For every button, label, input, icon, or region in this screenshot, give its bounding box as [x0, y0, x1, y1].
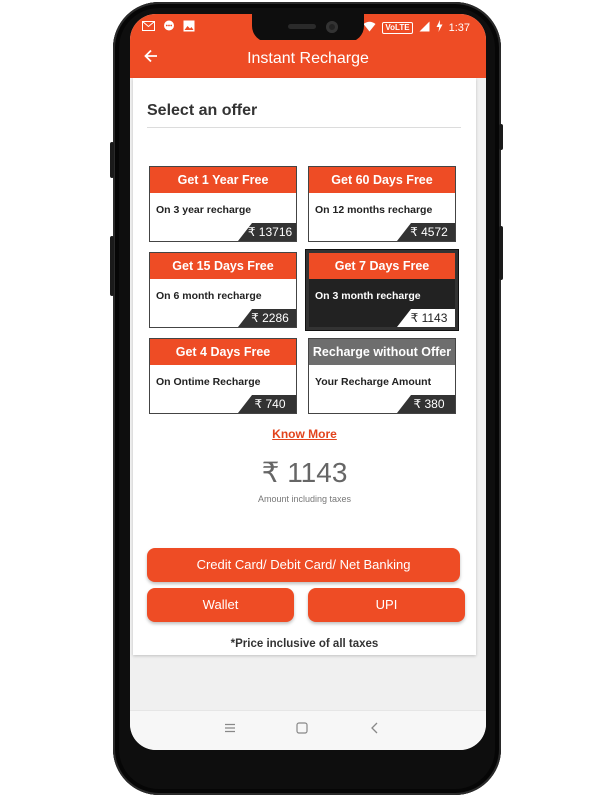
know-more-link[interactable]: Know More — [133, 427, 476, 441]
offer-tile-without-offer[interactable]: Recharge without Offer Your Recharge Amo… — [308, 338, 456, 414]
status-time: 1:37 — [448, 21, 470, 34]
phone-volume-up-button — [110, 142, 114, 178]
status-right-icons: VoLTE 1:37 — [363, 20, 470, 35]
menu-icon[interactable] — [224, 721, 236, 738]
back-icon[interactable] — [370, 721, 380, 738]
price-footnote: *Price inclusive of all taxes — [230, 638, 379, 650]
wifi-icon — [363, 21, 376, 35]
offer-tile-60-days[interactable]: Get 60 Days Free On 12 months recharge ₹… — [308, 166, 456, 242]
offer-desc: On 3 month recharge — [315, 290, 421, 302]
battery-charging-icon — [436, 20, 443, 35]
upi-button[interactable]: UPI — [308, 588, 465, 622]
offer-desc: On Ontime Recharge — [156, 376, 261, 388]
offer-tile-15-days[interactable]: Get 15 Days Free On 6 month recharge ₹ 2… — [149, 252, 297, 328]
amount-note: Amount including taxes — [257, 494, 352, 504]
offer-card: Select an offer Get 1 Year Free On 3 yea… — [133, 78, 476, 655]
section-title: Select an offer — [147, 102, 258, 119]
offer-head: Get 7 Days Free — [309, 253, 455, 279]
earpiece-speaker — [288, 24, 316, 29]
phone-power-button — [499, 226, 503, 280]
chat-icon — [163, 20, 175, 35]
system-nav-bar — [130, 710, 486, 750]
section-divider — [147, 127, 461, 128]
total-amount: ₹ 1143 — [261, 457, 348, 488]
offer-tile-1-year[interactable]: Get 1 Year Free On 3 year recharge ₹ 137… — [149, 166, 297, 242]
page-title: Instant Recharge — [247, 50, 369, 67]
offer-desc: Your Recharge Amount — [315, 376, 432, 388]
card-netbanking-button[interactable]: Credit Card/ Debit Card/ Net Banking — [147, 548, 460, 582]
offer-tile-7-days-selected[interactable]: Get 7 Days Free On 3 month recharge ₹ 11… — [306, 250, 458, 330]
offer-head: Recharge without Offer — [309, 339, 455, 365]
wallet-button[interactable]: Wallet — [147, 588, 294, 622]
offer-head: Get 60 Days Free — [309, 167, 455, 193]
offer-head: Get 1 Year Free — [150, 167, 296, 193]
front-camera — [326, 21, 338, 33]
offer-desc: On 12 months recharge — [315, 204, 433, 216]
signal-icon — [419, 21, 430, 35]
status-left-icons — [142, 20, 195, 35]
offer-desc: On 6 month recharge — [156, 290, 262, 302]
screen: VoLTE 1:37 Instant Recharge Select an of… — [130, 14, 486, 750]
gallery-icon — [183, 20, 195, 35]
offer-desc: On 3 year recharge — [156, 204, 252, 216]
offer-tile-4-days[interactable]: Get 4 Days Free On Ontime Recharge ₹ 740 — [149, 338, 297, 414]
home-icon[interactable] — [296, 721, 308, 738]
offer-head: Get 15 Days Free — [150, 253, 296, 279]
phone-alert-slider — [499, 124, 503, 150]
gmail-icon — [142, 20, 155, 35]
app-bar: Instant Recharge — [130, 40, 486, 78]
offer-head: Get 4 Days Free — [150, 339, 296, 365]
volte-badge: VoLTE — [382, 21, 413, 34]
phone-volume-down-button — [110, 236, 114, 296]
